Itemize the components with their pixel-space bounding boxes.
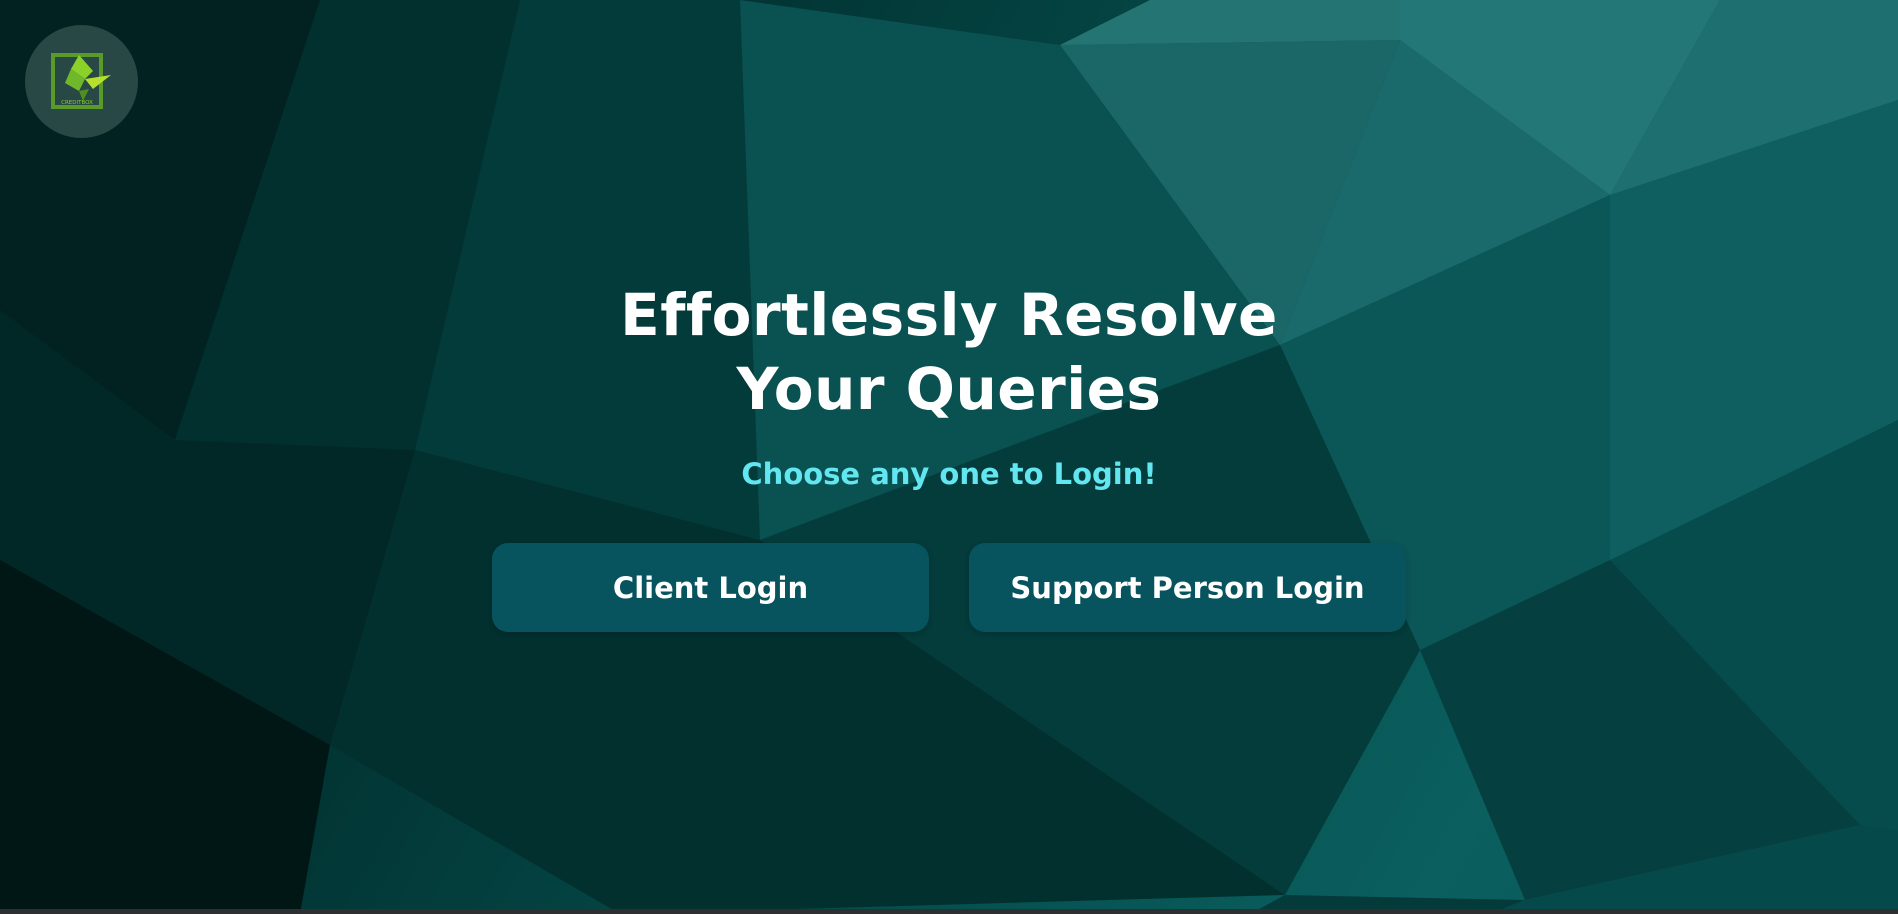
page-headline: Effortlessly Resolve Your Queries xyxy=(0,278,1898,426)
bird-logo-icon: CREDITBOX xyxy=(50,52,111,109)
client-login-button[interactable]: Client Login xyxy=(492,543,929,632)
login-prompt-subtitle: Choose any one to Login! xyxy=(741,457,1157,491)
bottom-edge-strip xyxy=(0,909,1898,914)
support-person-login-button[interactable]: Support Person Login xyxy=(969,543,1406,632)
headline-line-1: Effortlessly Resolve xyxy=(620,281,1278,349)
logo-badge[interactable]: CREDITBOX xyxy=(25,25,138,138)
svg-text:CREDITBOX: CREDITBOX xyxy=(61,100,93,106)
login-options: Client Login Support Person Login xyxy=(0,543,1898,632)
headline-line-2: Your Queries xyxy=(736,355,1162,423)
hero-section: Effortlessly Resolve Your Queries Choose… xyxy=(0,278,1898,492)
